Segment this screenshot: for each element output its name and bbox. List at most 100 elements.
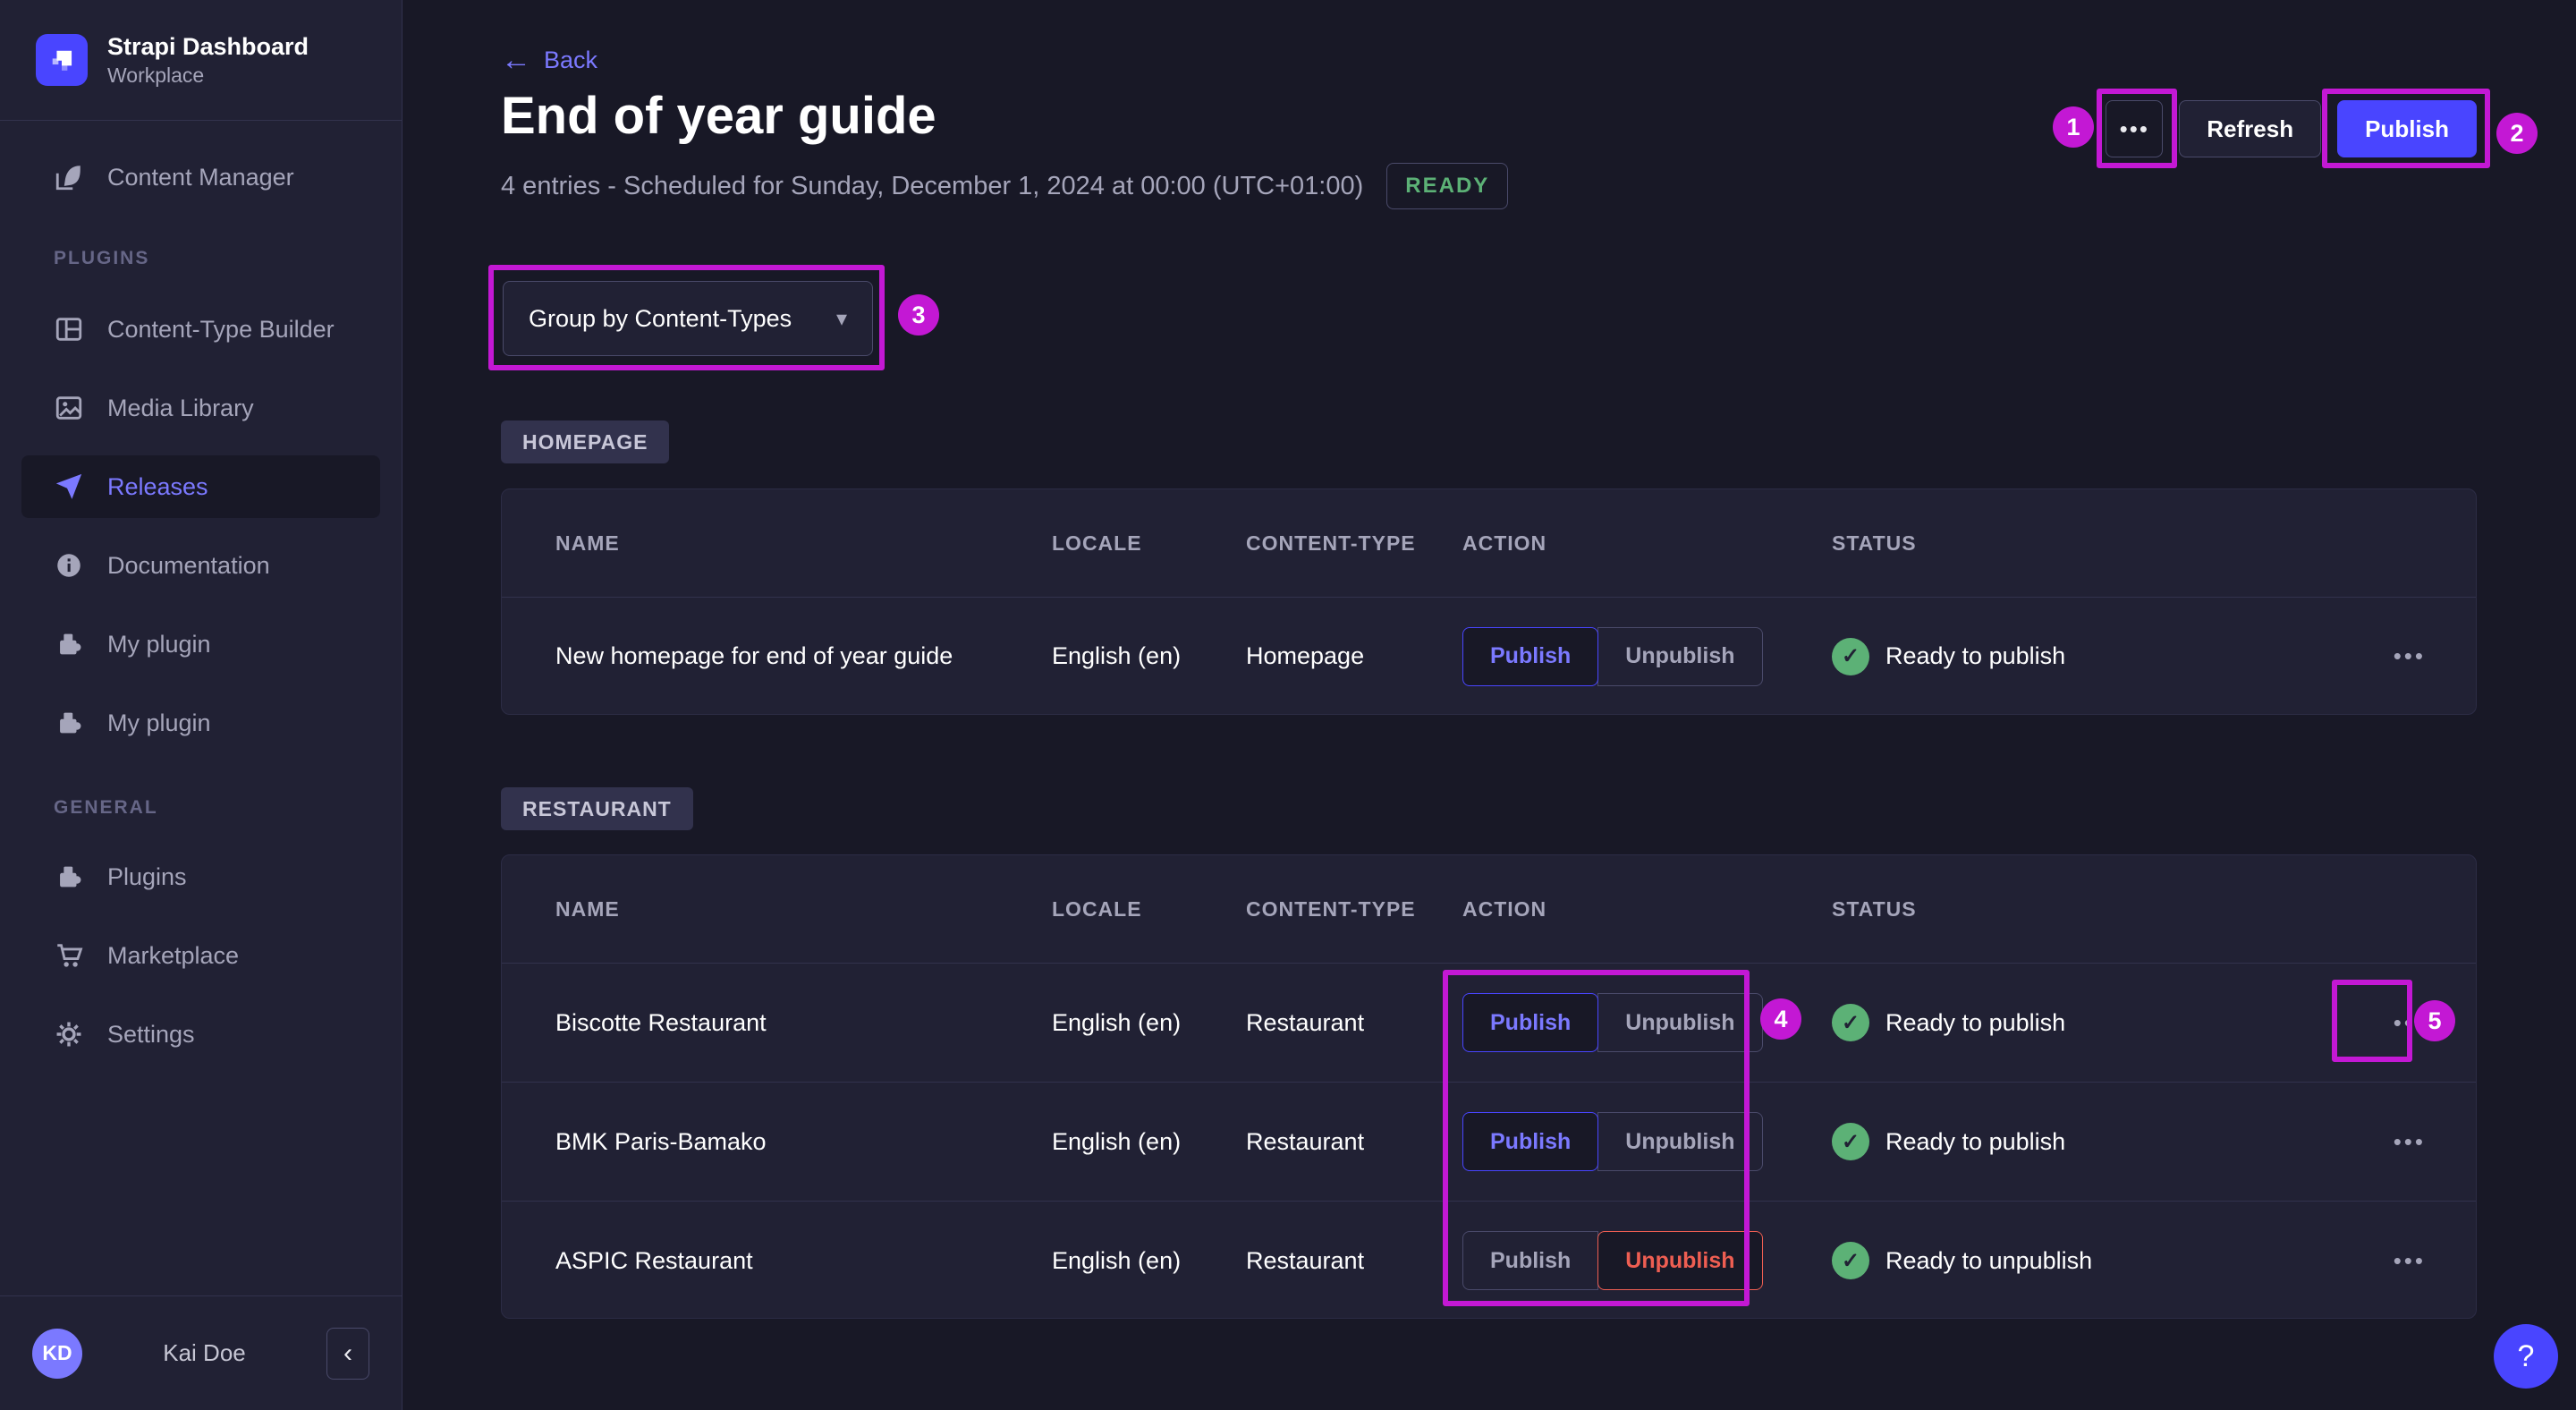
sidebar-item-media-library[interactable]: Media Library [21,377,380,439]
page-subtitle-row: 4 entries - Scheduled for Sunday, Decemb… [501,161,1509,211]
table-row: Biscotte Restaurant English (en) Restaur… [502,963,2476,1082]
row-more-button[interactable]: ••• [2333,1128,2431,1156]
sidebar-item-label: Marketplace [107,941,240,969]
entry-locale: English (en) [1052,1127,1182,1155]
entry-content-type: Restaurant [1246,1246,1365,1274]
page-title: End of year guide [501,87,936,145]
sidebar-item-my-plugin-1[interactable]: My plugin [21,613,380,675]
sidebar-item-label: My plugin [107,630,211,658]
sidebar-item-label: Content Manager [107,163,294,191]
sidebar-item-documentation[interactable]: Documentation [21,534,380,597]
sidebar-item-settings[interactable]: Settings [21,1003,380,1066]
unpublish-toggle-button[interactable]: Unpublish [1597,626,1763,686]
back-label: Back [544,46,598,73]
status-text: Ready to publish [1885,1008,2066,1036]
entry-content-type: Restaurant [1246,1127,1365,1155]
restaurant-table: NAME LOCALE CONTENT-TYPE ACTION STATUS B… [501,854,2477,1319]
column-header-name: NAME [555,531,620,555]
chevron-left-icon: ‹ [343,1338,352,1368]
column-header-content-type: CONTENT-TYPE [1246,896,1416,921]
app-title: Strapi Dashboard [107,32,309,60]
entry-content-type: Restaurant [1246,1008,1365,1036]
chevron-down-icon: ▾ [835,306,847,331]
avatar[interactable]: KD [32,1328,82,1379]
sidebar-nav: Content Manager PLUGINS Content-Type Bui… [0,121,402,1295]
unpublish-toggle-button[interactable]: Unpublish [1597,993,1763,1052]
puzzle-icon [60,712,81,734]
status-text: Ready to publish [1885,642,2066,669]
back-link[interactable]: ← Back [501,45,597,75]
unpublish-toggle-button[interactable]: Unpublish [1597,1112,1763,1171]
layout-grid-icon [55,318,82,341]
gear-icon [56,1022,81,1047]
sidebar-item-label: Content-Type Builder [107,315,335,343]
publish-release-button[interactable]: Publish [2337,100,2477,157]
group-label-homepage: HOMEPAGE [501,420,670,463]
table-row: ASPIC Restaurant English (en) Restaurant… [502,1201,2476,1318]
sidebar-item-label: Settings [107,1020,195,1048]
strapi-logo-icon [52,50,72,71]
back-arrow-icon: ← [501,43,531,77]
sidebar-item-releases[interactable]: Releases [21,455,380,518]
refresh-button[interactable]: Refresh [2179,100,2322,157]
workspace-titles: Strapi Dashboard Workplace [107,31,309,89]
header-actions: ••• Refresh Publish [2106,100,2477,157]
image-icon [55,396,82,420]
check-circle-icon: ✓ [1832,637,1869,675]
table-row: New homepage for end of year guide Engli… [502,597,2476,714]
column-header-name: NAME [555,896,620,921]
entry-locale: English (en) [1052,1246,1182,1274]
status-text: Ready to unpublish [1885,1246,2093,1274]
group-label-restaurant: RESTAURANT [501,787,693,830]
entry-status: ✓ Ready to publish [1832,637,2333,675]
paper-plane-icon [55,473,82,499]
publish-toggle-button[interactable]: Publish [1462,626,1599,686]
column-header-content-type: CONTENT-TYPE [1246,531,1416,555]
unpublish-toggle-button[interactable]: Unpublish [1597,1231,1763,1290]
sidebar-collapse-button[interactable]: ‹ [326,1327,369,1380]
sidebar-item-my-plugin-2[interactable]: My plugin [21,692,380,754]
sidebar-item-plugins[interactable]: Plugins [21,845,380,908]
entry-name: New homepage for end of year guide [555,642,953,669]
sidebar-item-label: Releases [107,472,208,500]
entry-status: ✓ Ready to unpublish [1832,1242,2333,1279]
entry-locale: English (en) [1052,1008,1182,1036]
action-toggle: Publish Unpublish [1462,626,1832,686]
action-toggle: Publish Unpublish [1462,1231,1832,1290]
publish-toggle-button[interactable]: Publish [1462,1112,1599,1171]
table-header-row: NAME LOCALE CONTENT-TYPE ACTION STATUS [502,489,2476,597]
sidebar-section-plugins: PLUGINS [54,248,150,268]
sidebar-item-marketplace[interactable]: Marketplace [21,924,380,987]
entry-locale: English (en) [1052,642,1182,669]
check-circle-icon: ✓ [1832,1004,1869,1041]
entry-name: BMK Paris-Bamako [555,1127,767,1155]
entry-status: ✓ Ready to publish [1832,1123,2333,1160]
row-more-button[interactable]: ••• [2333,1009,2431,1037]
pen-icon [55,166,80,191]
question-mark-icon: ? [2517,1338,2535,1373]
puzzle-icon [60,866,81,888]
app-subtitle: Workplace [107,63,205,87]
sidebar-item-content-manager[interactable]: Content Manager [21,146,380,208]
row-more-button[interactable]: ••• [2333,1247,2431,1275]
column-header-action: ACTION [1462,531,1547,555]
action-toggle: Publish Unpublish [1462,993,1832,1052]
check-circle-icon: ✓ [1832,1123,1869,1160]
publish-toggle-button[interactable]: Publish [1462,993,1599,1052]
sidebar-item-content-type-builder[interactable]: Content-Type Builder [21,298,380,361]
info-icon [57,554,80,577]
sidebar-item-label: Media Library [107,394,254,421]
publish-toggle-button[interactable]: Publish [1462,1231,1599,1290]
row-more-button[interactable]: ••• [2333,642,2431,670]
help-button[interactable]: ? [2494,1324,2558,1389]
entry-content-type: Homepage [1246,642,1365,669]
group-by-select[interactable]: Group by Content-Types ▾ [503,281,873,356]
user-name: Kai Doe [163,1339,246,1366]
release-more-button[interactable]: ••• [2106,100,2164,157]
cart-icon [57,944,83,967]
column-header-status: STATUS [1832,896,1917,921]
sidebar-item-label: My plugin [107,709,211,736]
strapi-logo [36,34,88,86]
sidebar-item-label: Documentation [107,551,270,579]
puzzle-icon [60,633,81,655]
